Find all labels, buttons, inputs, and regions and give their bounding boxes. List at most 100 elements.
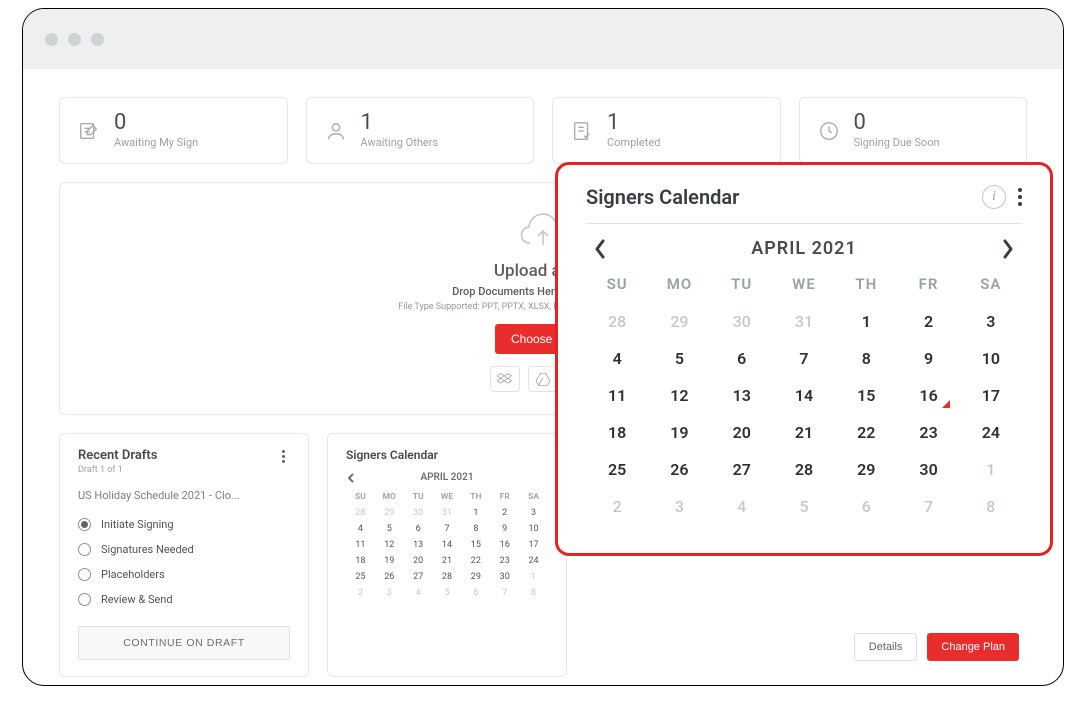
calendar-day[interactable]: 28	[346, 505, 375, 521]
calendar-day[interactable]: 7	[897, 488, 959, 525]
calendar-day[interactable]: 3	[648, 488, 710, 525]
calendar-day[interactable]: 30	[711, 303, 773, 340]
calendar-day[interactable]: 30	[897, 451, 959, 488]
calendar-day[interactable]: 13	[404, 537, 433, 553]
calendar-day[interactable]: 29	[461, 569, 490, 585]
calendar-day[interactable]: 14	[773, 377, 835, 414]
calendar-day[interactable]: 23	[897, 414, 959, 451]
calendar-day[interactable]: 1	[461, 505, 490, 521]
calendar-day[interactable]: 8	[461, 521, 490, 537]
calendar-day[interactable]: 25	[586, 451, 648, 488]
calendar-day[interactable]: 4	[346, 521, 375, 537]
calendar-day[interactable]: 26	[375, 569, 404, 585]
calendar-day[interactable]: 25	[346, 569, 375, 585]
calendar-day[interactable]: 29	[375, 505, 404, 521]
calendar-day[interactable]: 24	[519, 553, 548, 569]
calendar-day[interactable]: 21	[773, 414, 835, 451]
window-control-min[interactable]	[68, 33, 81, 46]
calendar-day[interactable]: 19	[648, 414, 710, 451]
calendar-day[interactable]: 11	[586, 377, 648, 414]
google-drive-button[interactable]	[528, 366, 558, 392]
calendar-day[interactable]: 15	[835, 377, 897, 414]
calendar-day[interactable]: 10	[960, 340, 1022, 377]
drafts-menu-button[interactable]	[276, 448, 290, 465]
calendar-day[interactable]: 2	[586, 488, 648, 525]
calendar-day[interactable]: 16	[490, 537, 519, 553]
calendar-day[interactable]: 19	[375, 553, 404, 569]
calendar-day[interactable]: 4	[711, 488, 773, 525]
calendar-day[interactable]: 27	[711, 451, 773, 488]
calendar-day[interactable]: 31	[773, 303, 835, 340]
calendar-day[interactable]: 22	[461, 553, 490, 569]
calendar-day[interactable]: 3	[519, 505, 548, 521]
calendar-day[interactable]: 18	[586, 414, 648, 451]
draft-step[interactable]: Review & Send	[78, 587, 290, 612]
calendar-day[interactable]: 18	[346, 553, 375, 569]
calendar-day[interactable]: 28	[586, 303, 648, 340]
calendar-day[interactable]: 12	[648, 377, 710, 414]
details-button[interactable]: Details	[854, 633, 918, 661]
calendar-day[interactable]: 4	[586, 340, 648, 377]
calendar-next-button[interactable]	[1000, 239, 1016, 259]
calendar-day[interactable]: 29	[648, 303, 710, 340]
calendar-day[interactable]: 23	[490, 553, 519, 569]
calendar-day[interactable]: 6	[711, 340, 773, 377]
draft-step[interactable]: Signatures Needed	[78, 537, 290, 562]
calendar-day[interactable]: 12	[375, 537, 404, 553]
calendar-day[interactable]: 11	[346, 537, 375, 553]
calendar-day[interactable]: 28	[433, 569, 462, 585]
calendar-menu-button[interactable]	[1018, 188, 1022, 206]
stat-completed[interactable]: 1 Completed	[552, 97, 781, 164]
draft-step[interactable]: Initiate Signing	[78, 512, 290, 537]
calendar-day[interactable]: 2	[897, 303, 959, 340]
stat-awaiting-my-sign[interactable]: 0 Awaiting My Sign	[59, 97, 288, 164]
calendar-day[interactable]: 5	[773, 488, 835, 525]
calendar-day[interactable]: 7	[433, 521, 462, 537]
calendar-day[interactable]: 5	[375, 521, 404, 537]
calendar-day[interactable]: 3	[375, 585, 404, 601]
calendar-day[interactable]: 22	[835, 414, 897, 451]
calendar-day[interactable]: 1	[960, 451, 1022, 488]
calendar-day[interactable]: 6	[835, 488, 897, 525]
calendar-day[interactable]: 1	[835, 303, 897, 340]
calendar-day[interactable]: 20	[404, 553, 433, 569]
calendar-day[interactable]: 20	[711, 414, 773, 451]
calendar-day[interactable]: 8	[960, 488, 1022, 525]
small-cal-prev[interactable]	[346, 473, 356, 483]
calendar-day[interactable]: 1	[519, 569, 548, 585]
calendar-day[interactable]: 29	[835, 451, 897, 488]
calendar-day[interactable]: 6	[461, 585, 490, 601]
calendar-day[interactable]: 3	[960, 303, 1022, 340]
calendar-day[interactable]: 2	[490, 505, 519, 521]
calendar-day[interactable]: 27	[404, 569, 433, 585]
calendar-day[interactable]: 30	[490, 569, 519, 585]
calendar-day[interactable]: 17	[519, 537, 548, 553]
calendar-day[interactable]: 10	[519, 521, 548, 537]
calendar-day[interactable]: 26	[648, 451, 710, 488]
calendar-day[interactable]: 24	[960, 414, 1022, 451]
calendar-day[interactable]: 4	[404, 585, 433, 601]
calendar-day[interactable]: 6	[404, 521, 433, 537]
stat-awaiting-others[interactable]: 1 Awaiting Others	[306, 97, 535, 164]
calendar-day[interactable]: 5	[648, 340, 710, 377]
calendar-day[interactable]: 14	[433, 537, 462, 553]
calendar-day[interactable]: 2	[346, 585, 375, 601]
window-control-max[interactable]	[91, 33, 104, 46]
continue-on-draft-button[interactable]: CONTINUE ON DRAFT	[78, 626, 290, 660]
calendar-prev-button[interactable]	[592, 239, 608, 259]
calendar-day[interactable]: 8	[835, 340, 897, 377]
calendar-day[interactable]: 5	[433, 585, 462, 601]
calendar-day[interactable]: 7	[773, 340, 835, 377]
calendar-day[interactable]: 16	[897, 377, 959, 414]
calendar-day[interactable]: 31	[433, 505, 462, 521]
calendar-day[interactable]: 7	[490, 585, 519, 601]
calendar-day[interactable]: 17	[960, 377, 1022, 414]
dropbox-button[interactable]	[490, 366, 520, 392]
calendar-day[interactable]: 30	[404, 505, 433, 521]
window-control-close[interactable]	[45, 33, 58, 46]
calendar-day[interactable]: 9	[897, 340, 959, 377]
calendar-day[interactable]: 21	[433, 553, 462, 569]
calendar-day[interactable]: 8	[519, 585, 548, 601]
change-plan-button[interactable]: Change Plan	[927, 633, 1019, 661]
draft-step[interactable]: Placeholders	[78, 562, 290, 587]
